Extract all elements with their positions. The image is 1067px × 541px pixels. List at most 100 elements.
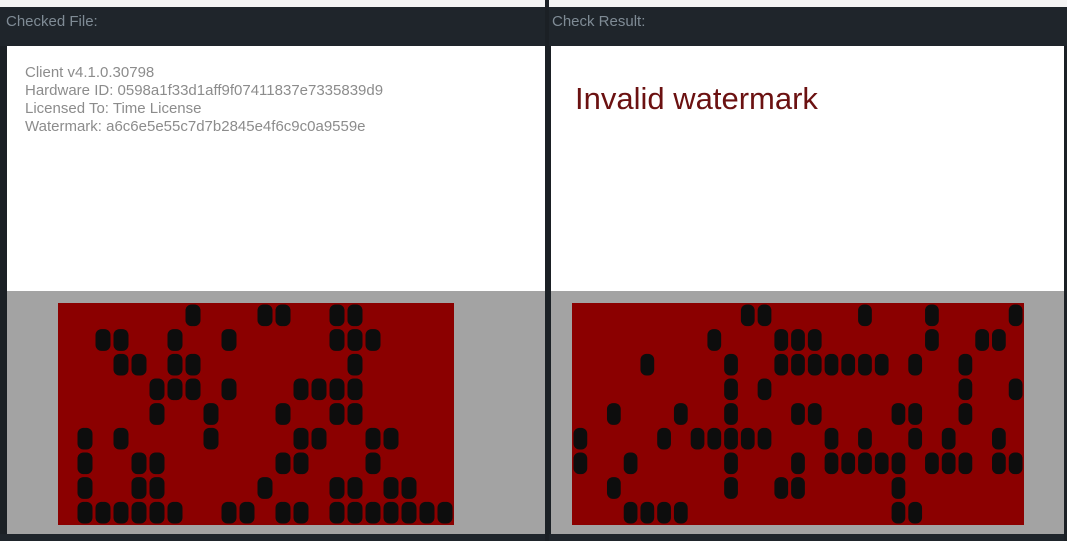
check-result-matrix-dot	[874, 452, 889, 475]
check-result-matrix-dot	[925, 329, 939, 351]
checked-file-matrix-dot	[131, 501, 147, 524]
checked-file-matrix-dot	[347, 501, 363, 524]
checked-file-matrix-dot	[257, 477, 273, 499]
check-result-matrix-dot	[640, 353, 655, 376]
checked-file-matrix-dot	[383, 501, 399, 524]
check-result-matrix-dot	[908, 427, 923, 450]
checked-file-matrix-dot	[347, 304, 363, 327]
checked-file-matrix-dot	[293, 378, 309, 401]
checked-file-matrix-dot	[167, 501, 183, 524]
check-result-header-label: Check Result:	[552, 13, 646, 30]
check-result-matrix-dot	[908, 403, 923, 425]
checked-file-matrix-dot	[383, 477, 399, 499]
check-result-matrix-dot	[724, 403, 738, 425]
checked-file-matrix-dot	[185, 304, 201, 327]
checked-file-matrix-dot	[365, 329, 381, 351]
client-version-line: Client v4.1.0.30798	[25, 64, 155, 81]
checked-file-matrix-dot	[329, 378, 345, 401]
check-result-matrix-dot	[807, 353, 822, 376]
checked-file-bottom-bar	[0, 534, 545, 541]
check-result-matrix-dot	[774, 353, 789, 376]
check-result-status: Invalid watermark	[575, 81, 818, 116]
check-result-matrix-area	[551, 291, 1067, 534]
checked-file-matrix-dot	[239, 501, 255, 524]
checked-file-matrix-dot	[419, 501, 435, 524]
check-result-watermark-matrix	[572, 303, 1024, 525]
checked-file-matrix-dot	[347, 477, 363, 499]
checked-file-matrix-dot	[275, 304, 291, 327]
checked-file-matrix-dot	[347, 329, 363, 351]
checked-file-matrix-dot	[113, 353, 129, 376]
checked-file-header-label: Checked File:	[6, 13, 98, 30]
check-result-matrix-dot	[874, 353, 889, 376]
check-result-matrix-dot	[757, 427, 772, 450]
check-result-matrix-dot	[925, 304, 939, 327]
checked-file-matrix-dot	[383, 427, 399, 450]
check-result-matrix-dot	[724, 353, 738, 376]
checked-file-matrix-dot	[365, 452, 381, 475]
check-result-matrix-dot	[707, 427, 722, 450]
checked-file-panel: Checked File: Client v4.1.0.30798 Hardwa…	[0, 0, 545, 541]
checked-file-matrix-dot	[401, 477, 417, 499]
check-result-matrix-dot	[774, 329, 789, 351]
check-result-matrix-dot	[1008, 378, 1023, 401]
checked-file-watermark-matrix	[58, 303, 454, 525]
checked-file-matrix-dot	[365, 501, 381, 524]
checked-file-matrix-dot	[167, 353, 183, 376]
check-result-matrix-dot	[724, 452, 738, 475]
checked-file-matrix-dot	[329, 501, 345, 524]
check-result-matrix-dot	[623, 452, 638, 475]
checked-file-matrix-dot	[293, 501, 309, 524]
checked-file-matrix-dot	[329, 304, 345, 327]
check-result-matrix-dot	[858, 452, 872, 475]
check-result-info-area: Invalid watermark	[551, 46, 1067, 291]
check-result-matrix-dot	[824, 353, 839, 376]
checked-file-matrix-dot	[131, 353, 147, 376]
checked-file-matrix-dot	[221, 378, 237, 401]
check-result-matrix-dot	[724, 378, 738, 401]
check-result-matrix-dot	[958, 378, 973, 401]
watermark-line: Watermark: a6c6e5e55c7d7b2845e4f6c9c0a95…	[25, 118, 366, 135]
check-result-matrix-dot	[657, 427, 671, 450]
hardware-id-line: Hardware ID: 0598a1f33d1aff9f07411837e73…	[25, 82, 384, 99]
check-result-matrix-dot	[724, 477, 738, 499]
check-result-matrix-dot	[757, 378, 772, 401]
checked-file-matrix-dot	[77, 477, 93, 499]
check-result-matrix-dot	[1008, 452, 1023, 475]
check-result-matrix-dot	[657, 501, 671, 524]
checked-file-matrix-dot	[347, 378, 363, 401]
checked-file-matrix-dot	[275, 403, 291, 425]
check-result-matrix-dot	[992, 427, 1006, 450]
check-result-matrix-dot	[908, 501, 923, 524]
check-result-matrix-dot	[992, 329, 1006, 351]
check-result-matrix-dot	[824, 427, 839, 450]
checked-file-matrix-dot	[347, 353, 363, 376]
checked-file-matrix-dot	[113, 427, 129, 450]
check-result-matrix-dot	[807, 329, 822, 351]
check-result-matrix-dot	[707, 329, 722, 351]
checked-file-matrix-dot	[221, 329, 237, 351]
check-result-matrix-dot	[941, 427, 956, 450]
check-result-matrix-dot	[975, 329, 990, 351]
checked-file-matrix-dot	[401, 501, 417, 524]
check-result-matrix-dot	[606, 477, 621, 499]
check-result-matrix-dot	[858, 427, 872, 450]
checked-file-matrix-dot	[77, 427, 93, 450]
checked-file-matrix-dot	[95, 501, 111, 524]
checked-file-matrix-dot	[311, 378, 327, 401]
check-result-matrix-dot	[891, 403, 906, 425]
checked-file-matrix-area	[7, 291, 545, 534]
check-result-matrix-dot	[824, 452, 839, 475]
check-result-header: Check Result:	[549, 0, 1067, 46]
checked-file-matrix-dot	[131, 452, 147, 475]
checked-file-matrix-dot	[275, 452, 291, 475]
check-result-matrix-dot	[908, 353, 923, 376]
check-result-matrix-dot	[724, 427, 738, 450]
checked-file-matrix-dot	[95, 329, 111, 351]
check-result-matrix-dot	[891, 452, 906, 475]
checked-file-matrix-dot	[149, 378, 165, 401]
check-result-matrix-dot	[606, 403, 621, 425]
check-result-matrix-dot	[791, 477, 805, 499]
checked-file-matrix-dot	[329, 329, 345, 351]
check-result-matrix-dot	[1008, 304, 1023, 327]
